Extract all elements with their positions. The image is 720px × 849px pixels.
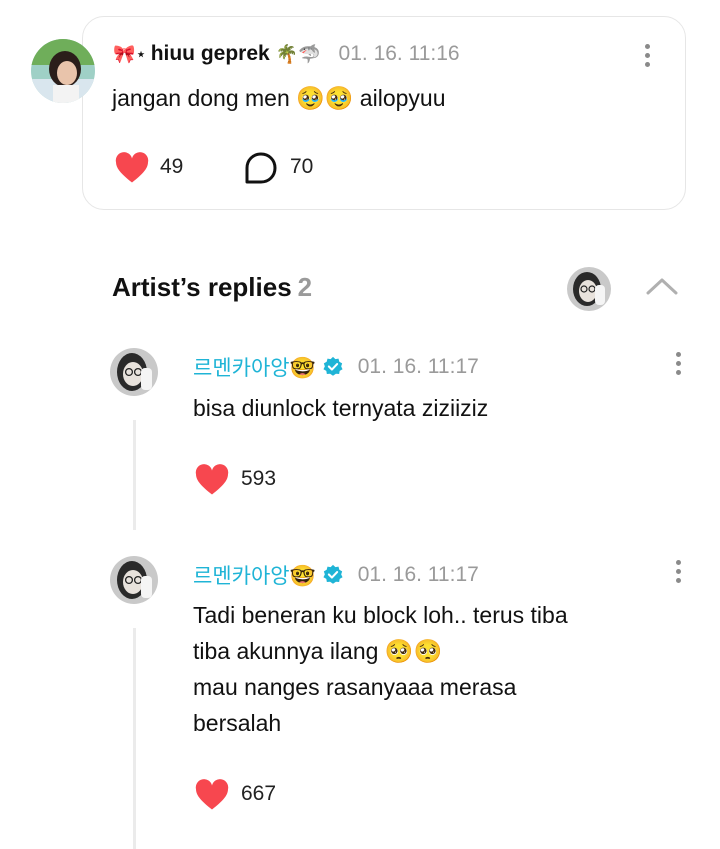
reply-text: Tadi beneran ku block loh.. terus tiba t… (193, 597, 568, 741)
reply-timestamp: 01. 16. 11:17 (357, 355, 479, 378)
heart-icon[interactable] (194, 464, 230, 496)
like-count: 593 (241, 467, 277, 490)
artist-replies-count: 2 (297, 272, 313, 302)
kebab-menu-icon[interactable] (676, 352, 682, 379)
reply-header: 르멘카아앙🤓 01. 16. 11:17 (193, 560, 479, 590)
thread-line (133, 628, 136, 849)
kebab-menu-icon[interactable] (676, 560, 682, 587)
artist-avatar[interactable] (110, 348, 158, 396)
reply-line: mau nanges rasanyaaa merasa (193, 674, 517, 700)
artist-name[interactable]: 르멘카아앙🤓 (193, 560, 316, 590)
reply-header: 르멘카아앙🤓 01. 16. 11:17 (193, 352, 479, 382)
artist-avatar-small (567, 267, 611, 311)
like-count: 667 (241, 782, 277, 805)
reply-line: Tadi beneran ku block loh.. terus tiba (193, 602, 568, 628)
like-count: 49 (160, 155, 184, 178)
reply-line: tiba akunnya ilang 🥺🥺 (193, 638, 443, 664)
reply-line: bersalah (193, 710, 282, 736)
artist-replies-heading[interactable]: Artist’s replies 2 (112, 272, 312, 303)
comment-text: jangan dong men 🥹🥹 ailopyuu (112, 85, 446, 111)
verified-badge-icon (323, 564, 343, 584)
comment-timestamp: 01. 16. 11:16 (338, 42, 460, 65)
chevron-up-icon[interactable] (644, 275, 680, 297)
reply-line: bisa diunlock ternyata ziziiziz (193, 395, 489, 421)
user-avatar[interactable] (31, 39, 95, 103)
reply-count: 70 (290, 155, 314, 178)
kebab-menu-icon[interactable] (645, 44, 651, 71)
username-suffix-emoji: 🌴🦈 (275, 43, 321, 65)
reply-text: bisa diunlock ternyata ziziiziz (193, 390, 488, 426)
heart-icon[interactable] (194, 779, 230, 811)
artist-name[interactable]: 르멘카아앙🤓 (193, 352, 316, 382)
reply-timestamp: 01. 16. 11:17 (357, 563, 479, 586)
username[interactable]: hiuu geprek (151, 42, 270, 66)
comment-header: 🎀⋆ hiuu geprek 🌴🦈 01. 16. 11:16 (113, 42, 460, 66)
username-prefix-emoji: 🎀⋆ (113, 43, 147, 65)
verified-badge-icon (323, 356, 343, 376)
artist-avatar[interactable] (110, 556, 158, 604)
artist-replies-title: Artist’s replies (112, 272, 292, 302)
thread-line (133, 420, 136, 530)
speech-bubble-icon[interactable] (244, 151, 278, 185)
heart-icon[interactable] (114, 152, 150, 184)
